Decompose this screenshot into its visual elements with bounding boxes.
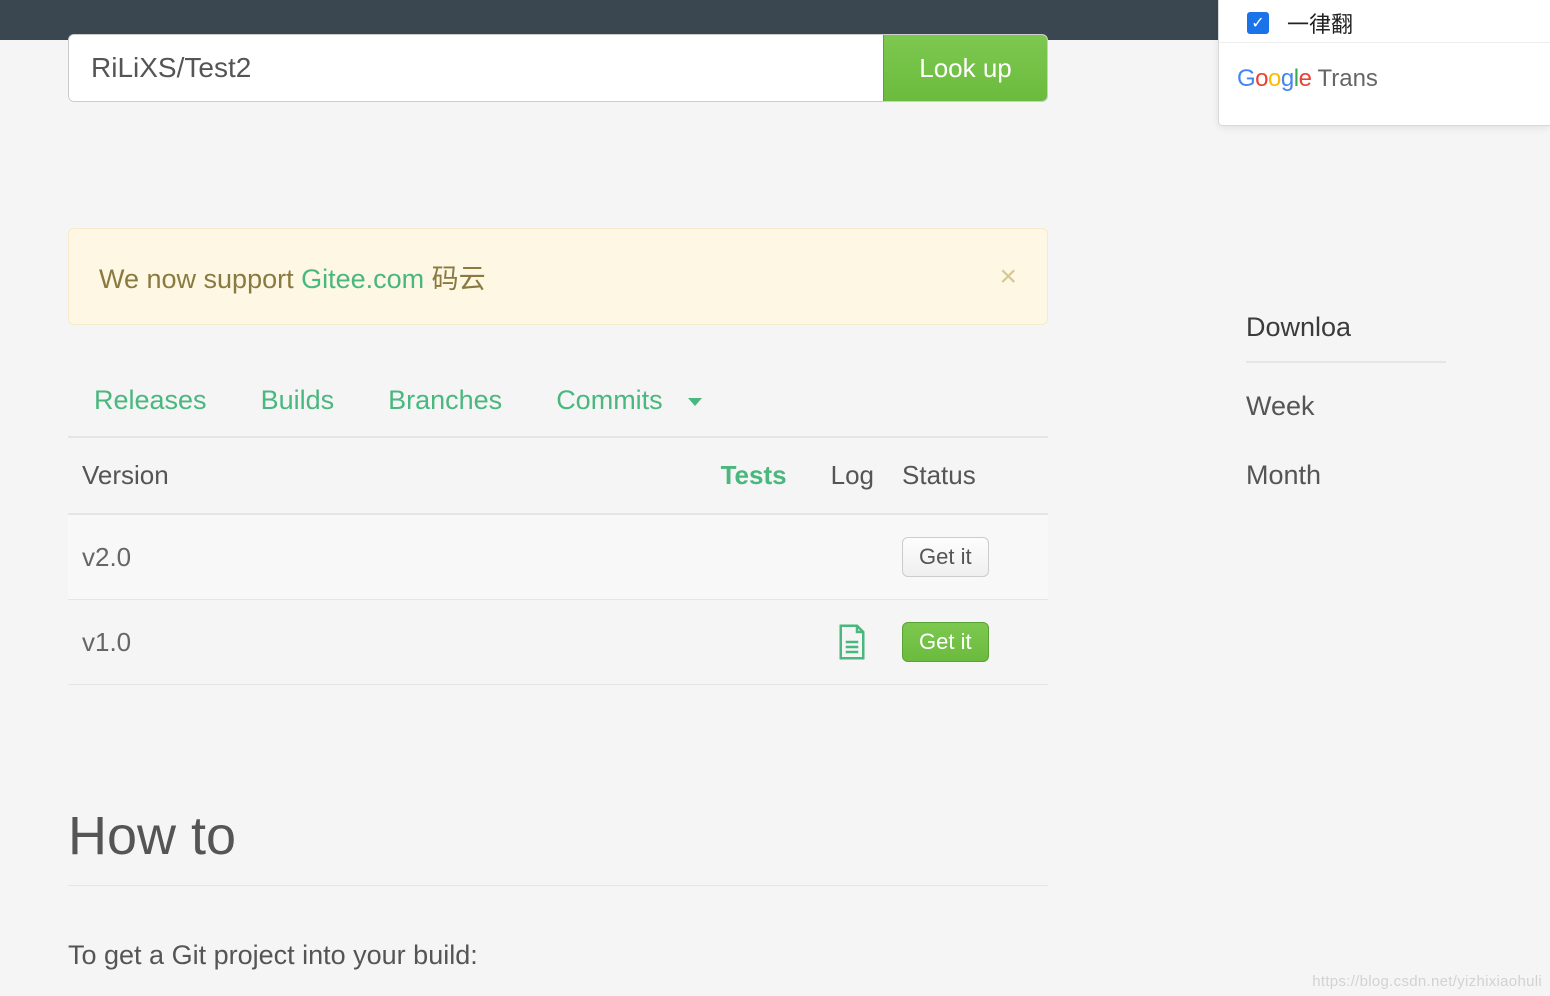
repo-search-input[interactable] bbox=[69, 35, 883, 101]
downloads-sidebar: Downloa Week Month bbox=[1246, 312, 1446, 529]
cell-status: Get it bbox=[888, 514, 1048, 600]
alert-link[interactable]: Gitee.com bbox=[301, 264, 424, 294]
tab-releases[interactable]: Releases bbox=[94, 385, 207, 416]
google-logo: Google bbox=[1237, 65, 1311, 93]
alert-message: We now support Gitee.com 码云 bbox=[99, 257, 486, 296]
howto-line1: To get a Git project into your build: bbox=[68, 940, 1048, 971]
log-file-icon[interactable] bbox=[831, 624, 874, 660]
translate-checkbox[interactable]: ✓ bbox=[1247, 12, 1269, 34]
downloads-title: Downloa bbox=[1246, 312, 1446, 363]
col-status: Status bbox=[888, 438, 1048, 514]
translate-always-label: 一律翻 bbox=[1287, 7, 1353, 39]
cell-version: v2.0 bbox=[68, 514, 450, 600]
cell-version: v1.0 bbox=[68, 600, 450, 685]
alert-prefix: We now support bbox=[99, 264, 301, 294]
downloads-month: Month bbox=[1246, 460, 1446, 491]
support-alert: We now support Gitee.com 码云 × bbox=[68, 228, 1048, 325]
cell-tests bbox=[450, 600, 816, 685]
cell-log bbox=[817, 514, 888, 600]
releases-table: Version Tests Log Status v2.0 Get it v1.0 G… bbox=[68, 438, 1048, 685]
get-it-button[interactable]: Get it bbox=[902, 537, 989, 577]
view-tabs: Releases Builds Branches Commits bbox=[68, 385, 1048, 438]
table-row: v2.0 Get it bbox=[68, 514, 1048, 600]
table-row: v1.0 Get it bbox=[68, 600, 1048, 685]
translate-popup: ✓ 一律翻 Google Trans bbox=[1218, 0, 1550, 126]
downloads-week: Week bbox=[1246, 391, 1446, 422]
alert-suffix: 码云 bbox=[424, 264, 486, 294]
tab-commits[interactable]: Commits bbox=[556, 385, 702, 416]
tab-branches[interactable]: Branches bbox=[388, 385, 502, 416]
tab-builds[interactable]: Builds bbox=[261, 385, 335, 416]
cell-tests bbox=[450, 514, 816, 600]
cell-log[interactable] bbox=[817, 600, 888, 685]
col-version: Version bbox=[68, 438, 450, 514]
tab-commits-label: Commits bbox=[556, 385, 663, 415]
cell-status: Get it bbox=[888, 600, 1048, 685]
lookup-button[interactable]: Look up bbox=[883, 35, 1047, 101]
close-icon[interactable]: × bbox=[999, 260, 1017, 294]
repo-search: Look up bbox=[68, 34, 1048, 102]
howto-title: How to bbox=[68, 805, 1048, 886]
col-log: Log bbox=[817, 438, 888, 514]
howto-section: How to To get a Git project into your bu… bbox=[68, 805, 1048, 971]
watermark: https://blog.csdn.net/yizhixiaohuli bbox=[1312, 973, 1542, 990]
get-it-button[interactable]: Get it bbox=[902, 622, 989, 662]
col-tests[interactable]: Tests bbox=[450, 438, 816, 514]
chevron-down-icon bbox=[688, 398, 702, 406]
translate-label: Trans bbox=[1317, 65, 1377, 93]
